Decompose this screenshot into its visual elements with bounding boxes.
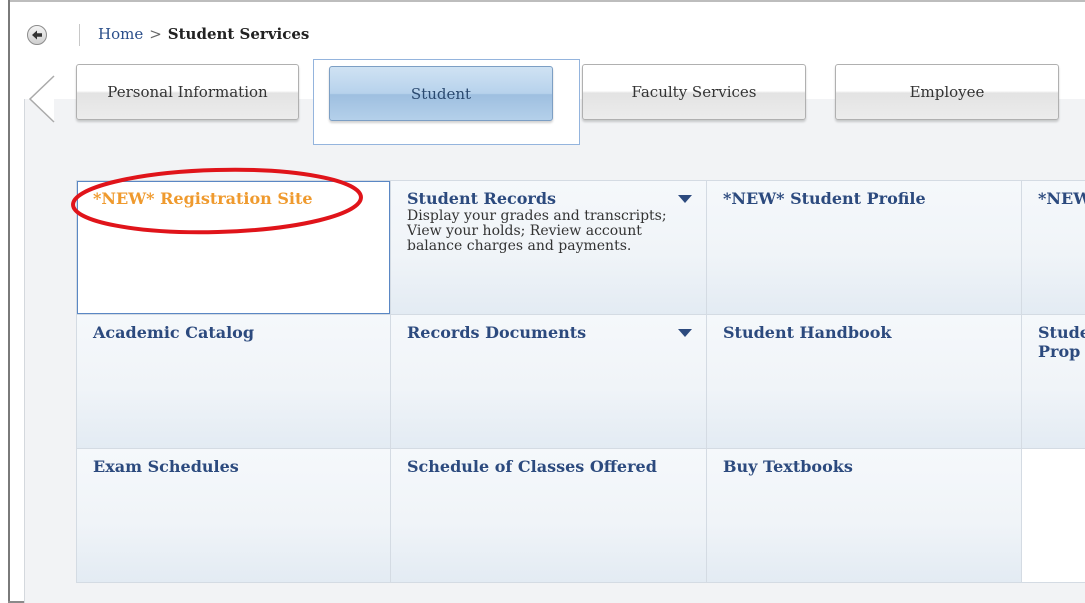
breadcrumb-home-link[interactable]: Home <box>98 25 143 43</box>
tab-personal-information[interactable]: Personal Information <box>76 64 299 120</box>
tile-schedule-of-classes[interactable]: Schedule of Classes Offered <box>391 449 706 582</box>
tile-exam-schedules[interactable]: Exam Schedules <box>77 449 390 582</box>
caret-down-icon[interactable] <box>678 195 692 203</box>
caret-down-icon[interactable] <box>678 329 692 337</box>
window-frame-top <box>8 0 1085 2</box>
back-arrow-glyph <box>32 30 42 40</box>
tile-title[interactable]: Schedule of Classes Offered <box>407 457 690 476</box>
tile-student-records[interactable]: Student Records Display your grades and … <box>391 181 706 314</box>
header-divider <box>79 24 80 46</box>
tile-new-clipped[interactable]: *NEW <box>1022 181 1085 314</box>
tile-buy-textbooks[interactable]: Buy Textbooks <box>707 449 1021 582</box>
content-panel-border <box>24 99 25 603</box>
tile-title[interactable]: *NEW* Student Profile <box>723 189 1005 208</box>
tile-student-profile[interactable]: *NEW* Student Profile <box>707 181 1021 314</box>
tile-title[interactable]: *NEW <box>1038 189 1085 208</box>
tile-title[interactable]: Academic Catalog <box>93 323 374 342</box>
back-arrow-icon[interactable] <box>27 25 47 45</box>
tile-academic-catalog[interactable]: Academic Catalog <box>77 315 390 448</box>
tile-title[interactable]: Buy Textbooks <box>723 457 1005 476</box>
tab-employee[interactable]: Employee <box>835 64 1059 120</box>
tile-student-property-clipped[interactable]: Stude Prop <box>1022 315 1085 448</box>
window-frame-left <box>8 0 10 603</box>
tile-description: Display your grades and transcripts; Vie… <box>407 208 667 254</box>
tile-title[interactable]: Student Handbook <box>723 323 1005 342</box>
tile-title[interactable]: *NEW* Registration Site <box>93 189 374 208</box>
tile-empty <box>1022 449 1085 582</box>
tile-registration-site[interactable]: *NEW* Registration Site <box>77 181 390 314</box>
tile-title[interactable]: Exam Schedules <box>93 457 374 476</box>
tile-title[interactable]: Stude <box>1038 323 1085 342</box>
chevron-left-icon[interactable] <box>27 74 57 124</box>
tile-title[interactable]: Records Documents <box>407 323 690 342</box>
services-grid: *NEW* Registration Site Student Records … <box>76 180 1085 583</box>
tile-title-line2[interactable]: Prop <box>1038 342 1085 361</box>
breadcrumb-current: Student Services <box>167 25 310 43</box>
tile-records-documents[interactable]: Records Documents <box>391 315 706 448</box>
breadcrumb: Home > Student Services <box>98 25 309 43</box>
tab-student[interactable]: Student <box>329 66 553 121</box>
breadcrumb-separator: > <box>149 25 162 43</box>
tab-faculty-services[interactable]: Faculty Services <box>582 64 806 120</box>
tile-student-handbook[interactable]: Student Handbook <box>707 315 1021 448</box>
tile-title[interactable]: Student Records <box>407 189 690 208</box>
